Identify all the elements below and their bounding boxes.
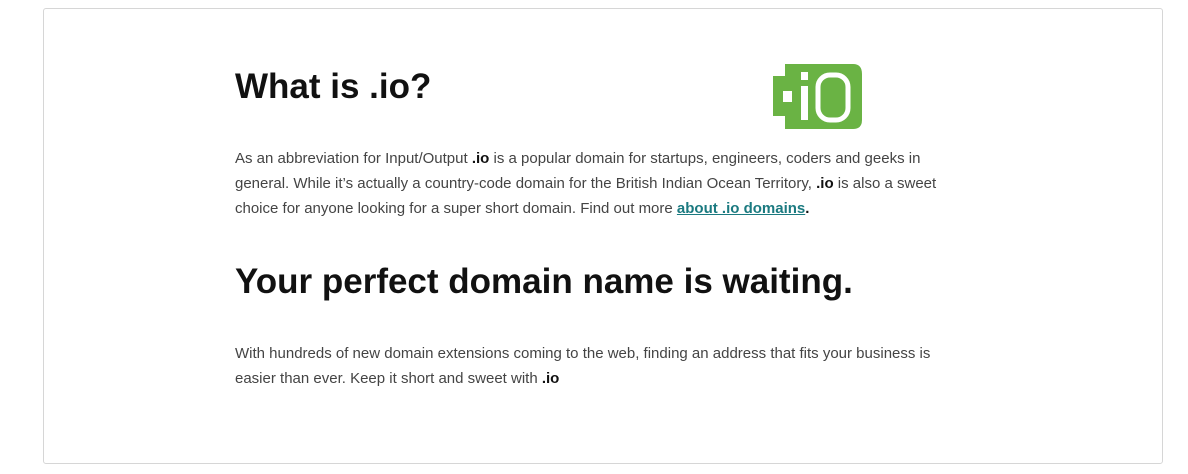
- text: As an abbreviation for Input/Output: [235, 150, 472, 167]
- content-card: What is .io? As an abbreviation for Inpu…: [43, 8, 1163, 464]
- io-logo-icon: [773, 64, 862, 129]
- domain-description: With hundreds of new domain extensions c…: [235, 341, 975, 391]
- text: With hundreds of new domain extensions c…: [235, 345, 931, 387]
- io-bold: .io: [541, 370, 560, 387]
- heading-what-is-io: What is .io?: [235, 67, 432, 106]
- period: .: [805, 200, 810, 217]
- about-io-domains-link[interactable]: about .io domains: [677, 200, 805, 217]
- io-bold: .io: [471, 150, 490, 167]
- io-bold: .io: [816, 175, 834, 192]
- io-description: As an abbreviation for Input/Output .io …: [235, 146, 975, 221]
- heading-perfect-domain: Your perfect domain name is waiting.: [235, 262, 853, 301]
